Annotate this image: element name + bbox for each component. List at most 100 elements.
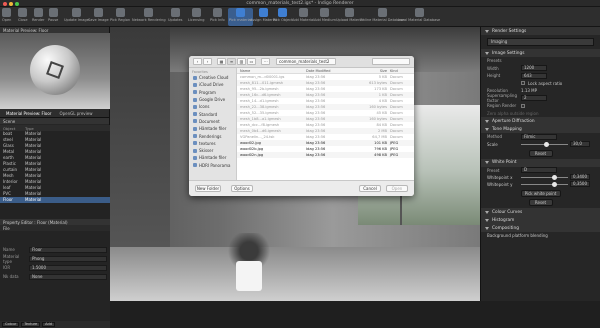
sidebar-item[interactable]: Program (189, 89, 236, 96)
height-input[interactable]: 643 (521, 72, 547, 79)
col-date[interactable]: Date Modified (306, 68, 366, 73)
toolbar-label: Pause (48, 18, 59, 22)
mode-select[interactable]: Imaging (487, 38, 594, 46)
options-button[interactable]: Options (231, 185, 253, 192)
scale-input[interactable]: 30,0 (570, 140, 590, 147)
whitepoint-y-knob[interactable] (552, 182, 558, 187)
width-input[interactable]: 1200 (521, 65, 547, 72)
toolbar-button-15[interactable]: Add Medium (314, 8, 336, 26)
toolbar-button-7[interactable]: Network Rendering (132, 8, 166, 26)
supersampling-input[interactable]: 2 (521, 95, 547, 102)
sidebar-item[interactable]: Hämtade filer (189, 125, 236, 132)
toolbar-button-5[interactable]: Save Image (88, 8, 109, 26)
lock-aspect-checkbox[interactable] (521, 81, 525, 86)
image-settings-header[interactable]: Image Settings (481, 49, 600, 57)
property-value[interactable]: Floor (29, 246, 107, 253)
sidebar-item[interactable]: Google Drive (189, 96, 236, 103)
table-row[interactable]: wood02n.jpg Idag 23:56 498 KB JPEG (237, 152, 414, 158)
arrange-icon[interactable]: ⋯ (261, 58, 270, 65)
toolbar-button-4[interactable]: Update Image (64, 8, 89, 26)
toolbar-button-3[interactable]: Pause (48, 8, 58, 26)
toolbar-label: Pick Region (110, 18, 131, 22)
collapse-icon[interactable] (485, 29, 489, 33)
tab-material-preview[interactable]: Material Preview: Floor (3, 111, 54, 116)
toolbar-icon (258, 8, 268, 17)
region-render-checkbox[interactable] (521, 103, 525, 108)
toolbar-icon (235, 8, 245, 17)
collapse-icon (485, 127, 489, 131)
icon-view-icon[interactable]: ▦ (217, 58, 226, 65)
toolbar-button-18[interactable]: Local Material Database (398, 8, 440, 26)
sidebar-item[interactable]: Creative Cloud (189, 74, 236, 81)
preset-select[interactable]: D (521, 167, 557, 174)
col-type[interactable]: Type (25, 126, 34, 131)
list-item[interactable]: Floor Material (0, 197, 110, 203)
whitepoint-x-input[interactable]: 0,3400 (570, 174, 590, 180)
tab-opengl-preview[interactable]: OpenGL preview (56, 111, 95, 116)
toolbar-button-11[interactable]: Pick material (228, 8, 253, 26)
whitepoint-y-input[interactable]: 0,3500 (570, 181, 590, 187)
property-value[interactable]: 1.5000 (29, 264, 107, 271)
whitepoint-x-knob[interactable] (552, 175, 558, 180)
new-folder-button[interactable]: New Folder (195, 185, 221, 192)
column-view-icon[interactable]: ▥ (237, 58, 246, 65)
cancel-button[interactable]: Cancel (359, 185, 381, 192)
add-button[interactable]: Add (42, 322, 55, 327)
sidebar-item[interactable]: Standard (189, 110, 236, 117)
open-button[interactable]: Open (386, 185, 408, 192)
toolbar-button-10[interactable]: Pick Info (210, 8, 225, 26)
toolbar-button-14[interactable]: Add Material (292, 8, 314, 26)
toolbar-button-1[interactable]: Close (18, 8, 28, 26)
path-popup[interactable]: common_materials_test2 (276, 58, 336, 65)
gallery-view-icon[interactable]: ▭ (247, 58, 256, 65)
col-object[interactable]: Object (3, 126, 25, 131)
search-field[interactable] (372, 58, 410, 65)
col-name[interactable]: Name (237, 68, 306, 73)
sidebar-item[interactable]: Hämtade filer (189, 154, 236, 161)
sidebar-item[interactable]: iCloud Drive (189, 81, 236, 88)
sidebar-item[interactable]: Document (189, 118, 236, 125)
whitepoint-x-row: Whitepoint x 0,3400 (487, 174, 594, 181)
file-section[interactable]: File (0, 225, 110, 231)
sidebar-item[interactable]: Skisser (189, 147, 236, 154)
whitepoint-y-track[interactable] (521, 184, 568, 185)
property-value[interactable]: None (29, 273, 107, 280)
property-label: IOR (3, 265, 11, 270)
toolbar-button-0[interactable]: Open (2, 8, 11, 26)
tone-mapping-header[interactable]: Tone Mapping (481, 125, 600, 133)
texture-button[interactable]: Texture (21, 322, 41, 327)
histogram-header[interactable]: Histogram (481, 216, 600, 224)
whitepoint-x-track[interactable] (521, 177, 568, 178)
collapse-icon (485, 226, 489, 230)
colour-button[interactable]: Colour (2, 322, 20, 327)
toolbar-button-6[interactable]: Pick Region (110, 8, 130, 26)
list-view-icon[interactable]: ≡ (227, 58, 236, 65)
toolbar-label: Pick material (229, 18, 252, 22)
whitepoint-reset-button[interactable]: Reset (528, 199, 553, 206)
sidebar-item[interactable]: HDRI Panorama (189, 162, 236, 169)
object-type: Material (25, 197, 42, 202)
forward-icon[interactable]: › (203, 58, 212, 65)
sidebar-item[interactable]: textures (189, 140, 236, 147)
scale-slider-knob[interactable] (544, 141, 550, 147)
toolbar-button-9[interactable]: Licensing (188, 8, 204, 26)
col-kind[interactable]: Kind (390, 68, 414, 73)
expand-icon (485, 210, 489, 214)
toolbar-button-13[interactable]: Pick Object (273, 8, 292, 26)
sidebar-item[interactable]: Renderings (189, 132, 236, 139)
toolbar-button-2[interactable]: Render (32, 8, 44, 26)
aperture-header[interactable]: Aperture Diffraction (481, 117, 600, 125)
property-value[interactable]: Phong (29, 255, 107, 262)
sidebar-item-label: Creative Cloud (199, 75, 229, 81)
colour-curves-header[interactable]: Colour Curves (481, 208, 600, 216)
folder-icon (193, 134, 197, 139)
tonemap-reset-button[interactable]: Reset (528, 149, 553, 157)
sidebar-item[interactable]: Icons (189, 103, 236, 110)
back-icon[interactable]: ‹ (193, 58, 202, 65)
col-size[interactable]: Size (366, 68, 390, 73)
toolbar-button-8[interactable]: Updates (168, 8, 183, 26)
white-point-header[interactable]: White Point (481, 158, 600, 167)
compositing-header[interactable]: Compositing (481, 224, 600, 232)
method-select[interactable]: Filmic (521, 133, 557, 140)
pick-white-point-button[interactable]: Pick white point (520, 190, 561, 197)
